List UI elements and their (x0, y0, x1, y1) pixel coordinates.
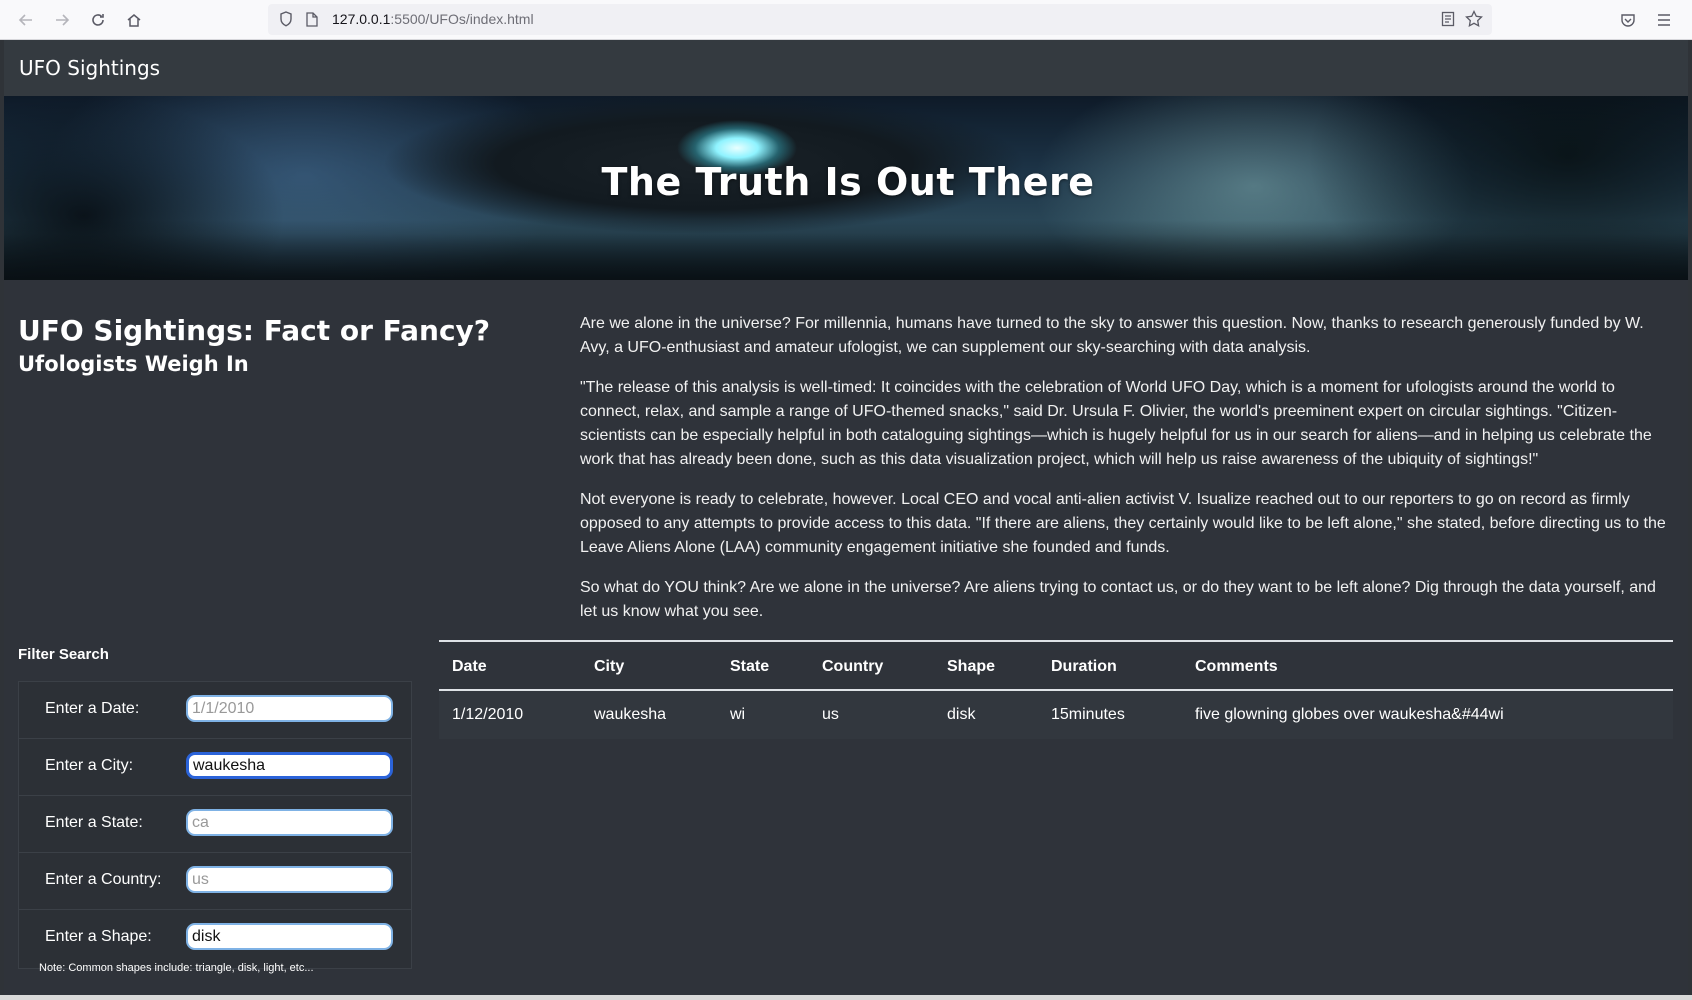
article-paragraph: "The release of this analysis is well-ti… (580, 379, 1652, 468)
cell-date: 1/12/2010 (452, 706, 524, 723)
cell-duration: 15minutes (1051, 706, 1125, 723)
filter-item-country: Enter a Country: (18, 852, 412, 909)
article-body: Are we alone in the universe? For millen… (580, 312, 1676, 640)
hero-treeline (4, 220, 1688, 280)
back-icon[interactable] (13, 7, 39, 33)
table-row: 1/12/2010 waukesha wi us disk 15minutes … (439, 691, 1673, 739)
cell-city: waukesha (594, 706, 667, 723)
url-path: :5500/UFOs/index.html (390, 11, 534, 27)
header-shape: Shape (947, 658, 996, 675)
menu-icon[interactable] (1651, 7, 1677, 33)
home-icon[interactable] (121, 7, 147, 33)
address-bar[interactable]: 127.0.0.1:5500/UFOs/index.html (268, 4, 1492, 35)
forward-icon[interactable] (49, 7, 75, 33)
page-icon[interactable] (302, 9, 322, 29)
cell-state: wi (730, 706, 746, 723)
article-paragraph: Not everyone is ready to celebrate, howe… (580, 491, 1666, 556)
table-header: Date City State Country Shape Duration C… (439, 642, 1673, 691)
filter-item-state: Enter a State: (18, 795, 412, 852)
shape-input[interactable] (186, 923, 393, 950)
reload-icon[interactable] (85, 7, 111, 33)
hero-banner: The Truth Is Out There (4, 96, 1688, 280)
date-input[interactable] (186, 695, 393, 722)
article-paragraph: Are we alone in the universe? For millen… (580, 315, 1644, 356)
header-country: Country (822, 658, 884, 675)
header-city: City (594, 658, 625, 675)
city-input[interactable] (186, 752, 393, 779)
country-label: Enter a Country: (45, 871, 162, 888)
cell-shape: disk (947, 706, 976, 723)
browser-toolbar: 127.0.0.1:5500/UFOs/index.html (0, 0, 1692, 40)
shield-icon[interactable] (276, 9, 296, 29)
country-input[interactable] (186, 866, 393, 893)
url-host: 127.0.0.1 (332, 11, 391, 27)
navbar-brand[interactable]: UFO Sightings (19, 56, 160, 80)
city-label: Enter a City: (45, 757, 134, 774)
article-paragraph: So what do YOU think? Are we alone in th… (580, 579, 1656, 620)
cell-comments: five glowning globes over waukesha&#44wi (1195, 706, 1504, 723)
header-state: State (730, 658, 770, 675)
bookmark-star-icon[interactable] (1464, 9, 1484, 29)
filter-item-date: Enter a Date: (18, 681, 412, 738)
navbar: UFO Sightings (4, 40, 1688, 96)
results-table: Date City State Country Shape Duration C… (439, 640, 1673, 739)
header-comments: Comments (1195, 658, 1278, 675)
header-duration: Duration (1051, 658, 1117, 675)
url-text[interactable]: 127.0.0.1:5500/UFOs/index.html (332, 11, 534, 27)
state-input[interactable] (186, 809, 393, 836)
reader-view-icon[interactable] (1438, 9, 1458, 29)
filter-note: Note: Common shapes include: triangle, d… (39, 962, 314, 974)
date-label: Enter a Date: (45, 700, 140, 717)
pocket-icon[interactable] (1615, 7, 1641, 33)
hero-title: The Truth Is Out There (601, 160, 1095, 204)
page-subhead: Ufologists Weigh In (18, 352, 249, 376)
filter-item-shape: Enter a Shape: (18, 909, 412, 969)
cell-country: us (822, 706, 839, 723)
taskbar-strip (0, 995, 1692, 1000)
state-label: Enter a State: (45, 814, 143, 831)
page-headline: UFO Sightings: Fact or Fancy? (18, 314, 491, 347)
filter-item-city: Enter a City: (18, 738, 412, 795)
shape-label: Enter a Shape: (45, 928, 152, 945)
filter-title: Filter Search (18, 646, 109, 663)
filter-list: Enter a Date: Enter a City: Enter a Stat… (18, 681, 412, 969)
header-date: Date (452, 658, 487, 675)
